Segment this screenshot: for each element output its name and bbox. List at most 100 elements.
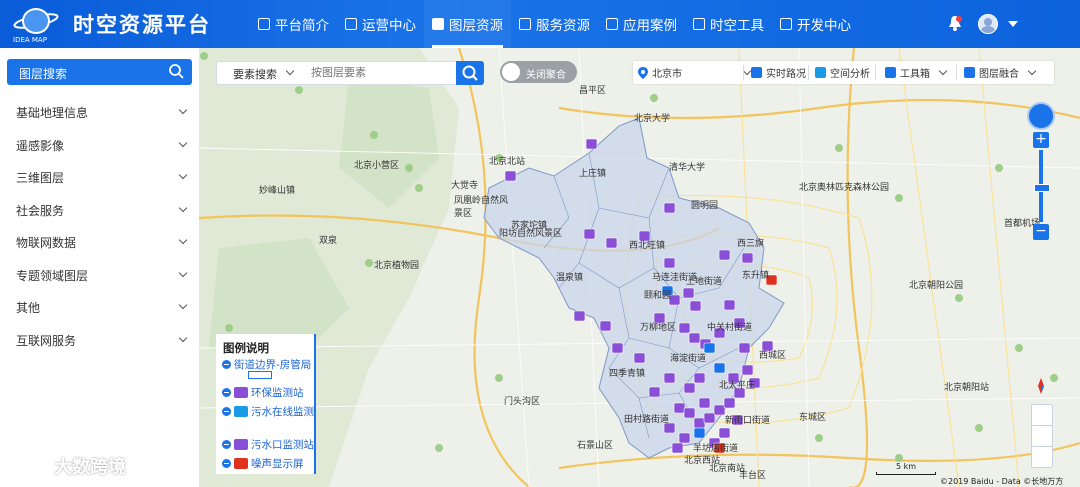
map-label: 北京植物园	[374, 261, 420, 271]
nav-item-layer-resources[interactable]: 图层资源	[424, 0, 511, 48]
map-label: 北京大学	[634, 114, 671, 124]
sidebar-item-label: 其他	[16, 301, 41, 315]
nav-item-application-cases[interactable]: 应用案例	[598, 0, 685, 48]
station-marker[interactable]	[741, 252, 754, 264]
traffic-button[interactable]: 实时路况	[751, 61, 806, 84]
search-type-dropdown[interactable]: 要素搜索	[217, 62, 303, 84]
station-marker[interactable]	[718, 249, 731, 261]
north-arrow-icon[interactable]	[1031, 376, 1051, 396]
station-marker[interactable]	[741, 364, 754, 376]
sidebar-item-thematic-layers[interactable]: 专题领域图层	[0, 258, 199, 290]
legend-item-noise-display[interactable]: 噪声显示屏	[222, 455, 304, 471]
station-marker[interactable]	[713, 362, 726, 374]
sidebar-item-remote-sensing[interactable]: 遥感影像	[0, 128, 199, 160]
station-marker[interactable]	[693, 427, 706, 439]
station-marker[interactable]	[723, 397, 736, 409]
station-marker[interactable]	[585, 138, 598, 150]
chevron-down-icon	[178, 235, 188, 245]
logo-icon[interactable]: IDEA MAP	[8, 4, 64, 44]
pan-compass-icon[interactable]	[1029, 104, 1053, 128]
zoom-slider-handle[interactable]	[1034, 184, 1050, 192]
station-marker[interactable]	[673, 402, 686, 414]
station-marker[interactable]	[671, 442, 684, 454]
sidebar-item-iot-data[interactable]: 物联网数据	[0, 225, 199, 257]
fullscreen-icon[interactable]	[1031, 404, 1053, 426]
map-label: 东城区	[799, 413, 827, 423]
boundary-swatch	[248, 371, 272, 379]
feature-search-button[interactable]	[456, 61, 484, 85]
close-icon[interactable]	[222, 359, 231, 369]
station-marker[interactable]	[663, 202, 676, 214]
station-marker[interactable]	[689, 300, 702, 312]
map-label: 北京朝阳站	[944, 383, 990, 393]
divider	[743, 65, 744, 80]
traffic-label: 实时路况	[766, 69, 806, 80]
feature-search-input[interactable]	[307, 63, 460, 82]
station-marker[interactable]	[703, 412, 716, 424]
station-marker[interactable]	[678, 322, 691, 334]
cluster-toggle[interactable]: 关闭聚合	[500, 61, 577, 83]
locate-icon[interactable]	[1031, 425, 1053, 447]
legend-item-sewage-online[interactable]: 污水在线监测	[222, 403, 314, 419]
station-marker[interactable]	[678, 432, 691, 444]
station-marker[interactable]	[698, 397, 711, 409]
station-marker[interactable]	[663, 257, 676, 269]
station-marker[interactable]	[648, 386, 661, 398]
station-marker[interactable]	[633, 352, 646, 364]
sidebar-item-others[interactable]: 其他	[0, 290, 199, 322]
legend-item-label: 街道边界-房管局	[234, 358, 312, 371]
station-marker[interactable]	[693, 372, 706, 384]
map-canvas[interactable]: 北京北站 北京小营区 大觉寺 凤凰岭自然风景区 苏家坨镇 上庄镇 阳坊自然风景区…	[199, 48, 1080, 487]
spatial-analysis-button[interactable]: 空间分析	[815, 61, 870, 84]
station-marker[interactable]	[583, 228, 596, 240]
station-marker[interactable]	[504, 170, 517, 182]
station-marker[interactable]	[663, 372, 676, 384]
sidebar-item-label: 基础地理信息	[16, 106, 89, 120]
station-marker[interactable]	[713, 404, 726, 416]
zoom-out-button[interactable]: −	[1033, 224, 1049, 240]
city-selector[interactable]: 北京市	[638, 61, 752, 84]
station-marker[interactable]	[693, 417, 706, 429]
sidebar-item-basic-geo[interactable]: 基础地理信息	[0, 95, 199, 127]
legend-item-env-station[interactable]: 环保监测站	[222, 384, 304, 400]
toolbox-dropdown[interactable]: 工具箱	[885, 61, 948, 84]
sidebar: 图层搜索 基础地理信息 遥感影像 三维图层 社会服务 物联网数据 专题领域图层 …	[0, 48, 199, 487]
close-icon[interactable]	[222, 439, 231, 449]
station-marker[interactable]	[688, 332, 701, 344]
station-marker[interactable]	[682, 287, 695, 299]
nav-label: 运营中心	[362, 18, 416, 34]
chevron-down-icon[interactable]	[1008, 21, 1018, 27]
station-marker[interactable]	[683, 382, 696, 394]
nav-label: 应用案例	[623, 18, 677, 34]
close-icon[interactable]	[222, 458, 231, 468]
avatar[interactable]	[978, 14, 998, 34]
station-marker[interactable]	[718, 427, 731, 439]
station-marker[interactable]	[723, 299, 736, 311]
layer-search-box[interactable]: 图层搜索	[7, 59, 192, 85]
legend-item-sewage-outlet[interactable]: 污水口监测站	[222, 436, 314, 452]
chevron-down-icon	[1027, 66, 1037, 76]
sidebar-item-internet-services[interactable]: 互联网服务	[0, 323, 199, 355]
nav-label: 时空工具	[710, 18, 764, 34]
station-marker[interactable]	[573, 310, 586, 322]
station-marker[interactable]	[611, 342, 624, 354]
station-marker[interactable]	[605, 237, 618, 249]
nav-item-operation-center[interactable]: 运营中心	[337, 0, 424, 48]
close-icon[interactable]	[222, 406, 231, 416]
measure-icon[interactable]	[1031, 446, 1053, 468]
close-icon[interactable]	[222, 387, 231, 397]
nav-item-service-resources[interactable]: 服务资源	[511, 0, 598, 48]
map-label: 海淀街道	[670, 354, 707, 364]
zoom-in-button[interactable]: +	[1033, 132, 1049, 148]
station-marker[interactable]	[738, 342, 751, 354]
nav-item-dev-center[interactable]: 开发中心	[772, 0, 859, 48]
layer-fusion-dropdown[interactable]: 图层融合	[964, 61, 1037, 84]
search-icon[interactable]	[168, 63, 184, 79]
nav-item-platform-intro[interactable]: 平台简介	[250, 0, 337, 48]
sidebar-item-social-services[interactable]: 社会服务	[0, 193, 199, 225]
nav-item-spacetime-tools[interactable]: 时空工具	[685, 0, 772, 48]
sidebar-item-3d-layers[interactable]: 三维图层	[0, 160, 199, 192]
station-marker[interactable]	[599, 320, 612, 332]
station-marker[interactable]	[683, 407, 696, 419]
legend-item-street-boundary[interactable]: 街道边界-房管局	[222, 356, 311, 372]
